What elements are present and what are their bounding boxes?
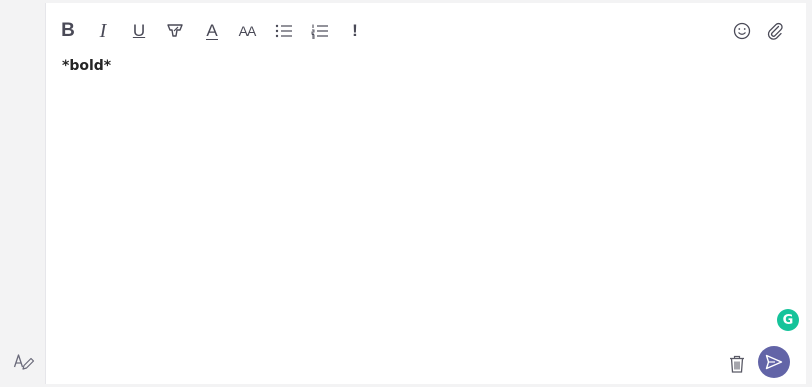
emoji-icon xyxy=(733,22,751,40)
formatting-toolbar: B I U A AA ! xyxy=(46,15,806,47)
grammarly-icon: G xyxy=(782,312,794,328)
grammarly-button[interactable]: G xyxy=(777,309,799,331)
mark-important-button[interactable]: ! xyxy=(339,15,371,47)
exclamation-icon: ! xyxy=(352,21,358,40)
message-input[interactable]: *bold* xyxy=(62,57,782,317)
numbered-list-button[interactable] xyxy=(304,15,336,47)
discard-button[interactable] xyxy=(725,351,749,377)
font-color-button[interactable]: A xyxy=(196,15,228,47)
highlight-button[interactable] xyxy=(159,15,191,47)
chat-compose-area: B I U A AA ! *bold* G xyxy=(0,0,812,387)
format-pen-icon xyxy=(13,354,35,370)
bulleted-list-icon xyxy=(275,24,292,38)
bulleted-list-button[interactable] xyxy=(268,15,300,47)
send-icon xyxy=(765,354,783,370)
numbered-list-icon xyxy=(311,24,328,39)
underline-icon: U xyxy=(132,21,146,40)
underline-button[interactable]: U xyxy=(123,15,155,47)
send-button[interactable] xyxy=(758,346,790,378)
highlighter-icon xyxy=(167,24,183,37)
font-color-icon: A xyxy=(206,20,218,40)
bold-button[interactable]: B xyxy=(52,15,84,47)
italic-icon: I xyxy=(99,20,107,42)
bold-icon: B xyxy=(61,20,75,41)
left-rail xyxy=(0,0,45,387)
attach-button[interactable] xyxy=(759,15,791,47)
trash-icon xyxy=(730,355,744,373)
font-size-icon: AA xyxy=(238,23,257,39)
font-size-button[interactable]: AA xyxy=(231,15,263,47)
italic-button[interactable]: I xyxy=(87,15,119,47)
format-options-button[interactable] xyxy=(12,350,36,374)
emoji-button[interactable] xyxy=(726,15,758,47)
paperclip-icon xyxy=(767,22,783,40)
compose-box: B I U A AA ! *bold* G xyxy=(45,3,806,384)
